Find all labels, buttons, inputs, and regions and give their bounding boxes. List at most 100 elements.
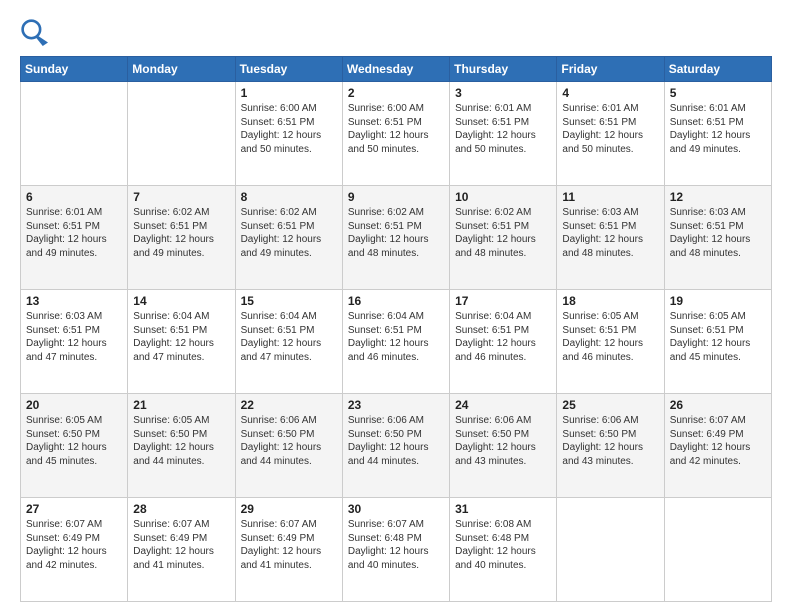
calendar-cell: 3 Sunrise: 6:01 AM Sunset: 6:51 PM Daylig… <box>450 82 557 186</box>
day-info: Sunrise: 6:01 AM Sunset: 6:51 PM Dayligh… <box>670 102 766 156</box>
day-number: 28 <box>133 502 229 516</box>
calendar-cell: 8 Sunrise: 6:02 AM Sunset: 6:51 PM Daylig… <box>235 186 342 290</box>
day-number: 29 <box>241 502 337 516</box>
day-number: 8 <box>241 190 337 204</box>
day-info: Sunrise: 6:02 AM Sunset: 6:51 PM Dayligh… <box>241 206 337 260</box>
day-number: 17 <box>455 294 551 308</box>
day-info: Sunrise: 6:00 AM Sunset: 6:51 PM Dayligh… <box>241 102 337 156</box>
day-info: Sunrise: 6:02 AM Sunset: 6:51 PM Dayligh… <box>455 206 551 260</box>
calendar-cell <box>21 82 128 186</box>
day-info: Sunrise: 6:02 AM Sunset: 6:51 PM Dayligh… <box>133 206 229 260</box>
day-number: 9 <box>348 190 444 204</box>
calendar-cell: 2 Sunrise: 6:00 AM Sunset: 6:51 PM Daylig… <box>342 82 449 186</box>
day-number: 14 <box>133 294 229 308</box>
calendar-cell: 19 Sunrise: 6:05 AM Sunset: 6:51 PM Dayli… <box>664 290 771 394</box>
day-info: Sunrise: 6:02 AM Sunset: 6:51 PM Dayligh… <box>348 206 444 260</box>
calendar-cell: 31 Sunrise: 6:08 AM Sunset: 6:48 PM Dayli… <box>450 498 557 602</box>
day-info: Sunrise: 6:07 AM Sunset: 6:49 PM Dayligh… <box>133 518 229 572</box>
day-info: Sunrise: 6:03 AM Sunset: 6:51 PM Dayligh… <box>26 310 122 364</box>
day-number: 11 <box>562 190 658 204</box>
calendar-cell: 26 Sunrise: 6:07 AM Sunset: 6:49 PM Dayli… <box>664 394 771 498</box>
weekday-header-sunday: Sunday <box>21 57 128 82</box>
day-number: 26 <box>670 398 766 412</box>
week-row-4: 20 Sunrise: 6:05 AM Sunset: 6:50 PM Dayli… <box>21 394 772 498</box>
day-info: Sunrise: 6:01 AM Sunset: 6:51 PM Dayligh… <box>26 206 122 260</box>
calendar-cell: 11 Sunrise: 6:03 AM Sunset: 6:51 PM Dayli… <box>557 186 664 290</box>
calendar-cell: 20Sunrise: 6:05 AM Sunset: 6:50 PM Dayli… <box>21 394 128 498</box>
day-number: 18 <box>562 294 658 308</box>
calendar-table: SundayMondayTuesdayWednesdayThursdayFrid… <box>20 56 772 602</box>
day-number: 27 <box>26 502 122 516</box>
day-info: Sunrise: 6:00 AM Sunset: 6:51 PM Dayligh… <box>348 102 444 156</box>
calendar-cell: 27 Sunrise: 6:07 AM Sunset: 6:49 PM Dayli… <box>21 498 128 602</box>
calendar-cell: 5Sunrise: 6:01 AM Sunset: 6:51 PM Daylig… <box>664 82 771 186</box>
day-number: 30 <box>348 502 444 516</box>
day-number: 15 <box>241 294 337 308</box>
day-info: Sunrise: 6:07 AM Sunset: 6:48 PM Dayligh… <box>348 518 444 572</box>
calendar-cell: 9 Sunrise: 6:02 AM Sunset: 6:51 PM Daylig… <box>342 186 449 290</box>
weekday-header-saturday: Saturday <box>664 57 771 82</box>
day-number: 23 <box>348 398 444 412</box>
weekday-header-wednesday: Wednesday <box>342 57 449 82</box>
calendar-cell: 10 Sunrise: 6:02 AM Sunset: 6:51 PM Dayli… <box>450 186 557 290</box>
day-info: Sunrise: 6:01 AM Sunset: 6:51 PM Dayligh… <box>455 102 551 156</box>
calendar-cell: 29 Sunrise: 6:07 AM Sunset: 6:49 PM Dayli… <box>235 498 342 602</box>
calendar-cell: 28 Sunrise: 6:07 AM Sunset: 6:49 PM Dayli… <box>128 498 235 602</box>
calendar-cell: 22Sunrise: 6:06 AM Sunset: 6:50 PM Dayli… <box>235 394 342 498</box>
day-info: Sunrise: 6:06 AM Sunset: 6:50 PM Dayligh… <box>562 414 658 468</box>
day-number: 3 <box>455 86 551 100</box>
day-number: 16 <box>348 294 444 308</box>
day-info: Sunrise: 6:03 AM Sunset: 6:51 PM Dayligh… <box>562 206 658 260</box>
day-number: 20 <box>26 398 122 412</box>
day-info: Sunrise: 6:05 AM Sunset: 6:51 PM Dayligh… <box>562 310 658 364</box>
calendar-cell: 24Sunrise: 6:06 AM Sunset: 6:50 PM Dayli… <box>450 394 557 498</box>
day-number: 10 <box>455 190 551 204</box>
weekday-header-thursday: Thursday <box>450 57 557 82</box>
day-info: Sunrise: 6:07 AM Sunset: 6:49 PM Dayligh… <box>670 414 766 468</box>
day-number: 21 <box>133 398 229 412</box>
calendar-cell: 4 Sunrise: 6:01 AM Sunset: 6:51 PM Daylig… <box>557 82 664 186</box>
calendar-cell: 21 Sunrise: 6:05 AM Sunset: 6:50 PM Dayli… <box>128 394 235 498</box>
calendar-cell: 14 Sunrise: 6:04 AM Sunset: 6:51 PM Dayli… <box>128 290 235 394</box>
day-number: 6 <box>26 190 122 204</box>
day-info: Sunrise: 6:05 AM Sunset: 6:51 PM Dayligh… <box>670 310 766 364</box>
day-number: 24 <box>455 398 551 412</box>
calendar-cell: 25 Sunrise: 6:06 AM Sunset: 6:50 PM Dayli… <box>557 394 664 498</box>
day-info: Sunrise: 6:01 AM Sunset: 6:51 PM Dayligh… <box>562 102 658 156</box>
calendar-cell: 15 Sunrise: 6:04 AM Sunset: 6:51 PM Dayli… <box>235 290 342 394</box>
week-row-3: 13Sunrise: 6:03 AM Sunset: 6:51 PM Dayli… <box>21 290 772 394</box>
calendar-cell: 6 Sunrise: 6:01 AM Sunset: 6:51 PM Daylig… <box>21 186 128 290</box>
day-info: Sunrise: 6:04 AM Sunset: 6:51 PM Dayligh… <box>133 310 229 364</box>
day-number: 31 <box>455 502 551 516</box>
day-info: Sunrise: 6:07 AM Sunset: 6:49 PM Dayligh… <box>241 518 337 572</box>
day-number: 12 <box>670 190 766 204</box>
logo-icon <box>20 18 48 46</box>
day-number: 22 <box>241 398 337 412</box>
day-number: 7 <box>133 190 229 204</box>
header <box>20 18 772 46</box>
calendar-cell: 13Sunrise: 6:03 AM Sunset: 6:51 PM Dayli… <box>21 290 128 394</box>
day-info: Sunrise: 6:07 AM Sunset: 6:49 PM Dayligh… <box>26 518 122 572</box>
day-info: Sunrise: 6:04 AM Sunset: 6:51 PM Dayligh… <box>348 310 444 364</box>
day-info: Sunrise: 6:03 AM Sunset: 6:51 PM Dayligh… <box>670 206 766 260</box>
day-number: 25 <box>562 398 658 412</box>
day-info: Sunrise: 6:06 AM Sunset: 6:50 PM Dayligh… <box>348 414 444 468</box>
day-info: Sunrise: 6:08 AM Sunset: 6:48 PM Dayligh… <box>455 518 551 572</box>
weekday-header-monday: Monday <box>128 57 235 82</box>
day-number: 4 <box>562 86 658 100</box>
calendar-cell: 17 Sunrise: 6:04 AM Sunset: 6:51 PM Dayli… <box>450 290 557 394</box>
day-number: 19 <box>670 294 766 308</box>
calendar-cell: 23 Sunrise: 6:06 AM Sunset: 6:50 PM Dayli… <box>342 394 449 498</box>
day-number: 2 <box>348 86 444 100</box>
day-info: Sunrise: 6:05 AM Sunset: 6:50 PM Dayligh… <box>133 414 229 468</box>
day-info: Sunrise: 6:04 AM Sunset: 6:51 PM Dayligh… <box>455 310 551 364</box>
calendar-cell: 1Sunrise: 6:00 AM Sunset: 6:51 PM Daylig… <box>235 82 342 186</box>
weekday-header-tuesday: Tuesday <box>235 57 342 82</box>
calendar-cell <box>128 82 235 186</box>
calendar-cell: 7 Sunrise: 6:02 AM Sunset: 6:51 PM Daylig… <box>128 186 235 290</box>
day-info: Sunrise: 6:04 AM Sunset: 6:51 PM Dayligh… <box>241 310 337 364</box>
calendar-cell: 16 Sunrise: 6:04 AM Sunset: 6:51 PM Dayli… <box>342 290 449 394</box>
week-row-1: 1Sunrise: 6:00 AM Sunset: 6:51 PM Daylig… <box>21 82 772 186</box>
week-row-2: 6 Sunrise: 6:01 AM Sunset: 6:51 PM Daylig… <box>21 186 772 290</box>
calendar-cell <box>557 498 664 602</box>
